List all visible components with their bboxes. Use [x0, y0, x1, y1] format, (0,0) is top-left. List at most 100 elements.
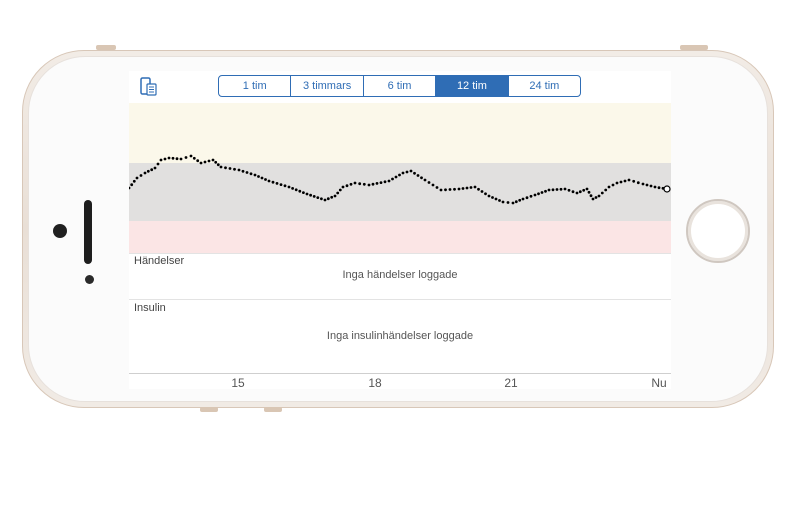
glucose-reading-dot — [529, 194, 533, 198]
glucose-reading-dot — [567, 188, 571, 192]
glucose-reading-dot — [362, 182, 366, 186]
glucose-reading-dot — [333, 194, 337, 198]
glucose-reading-dot — [159, 158, 163, 162]
glucose-reading-dot — [233, 167, 236, 171]
low-zone — [129, 221, 671, 253]
glucose-reading-dot — [585, 187, 589, 191]
glucose-reading-dot — [391, 177, 394, 181]
range-option[interactable]: 24 tim — [509, 76, 580, 96]
range-option-selected[interactable]: 12 tim — [436, 76, 509, 96]
glucose-reading-dot — [156, 162, 160, 166]
glucose-reading-dot — [153, 166, 157, 170]
glucose-reading-dot — [253, 173, 257, 177]
glucose-reading-dot — [409, 169, 413, 173]
range-option[interactable]: 1 tim — [219, 76, 292, 96]
glucose-reading-dot — [163, 157, 167, 161]
glucose-reading-dot — [260, 176, 264, 180]
glucose-reading-dot — [401, 171, 405, 175]
range-option[interactable]: 6 tim — [364, 76, 437, 96]
glucose-reading-dot — [563, 187, 567, 191]
axis-tick: 18 — [368, 376, 382, 389]
home-button[interactable] — [686, 199, 750, 263]
phone-device-icon[interactable] — [139, 77, 159, 97]
glucose-reading-dot — [275, 182, 279, 185]
time-axis: 15 18 21 Nu — [129, 373, 671, 389]
glucose-reading-dot — [199, 161, 203, 165]
glucose-reading-dot — [506, 201, 510, 204]
glucose-reading-dot — [219, 165, 223, 169]
glucose-reading-dot — [326, 197, 330, 201]
glucose-reading-dot — [636, 181, 640, 185]
proximity-sensor — [85, 275, 94, 284]
glucose-reading-dot — [501, 200, 505, 204]
glucose-reading-dot — [207, 159, 211, 163]
side-button-1 — [200, 407, 218, 412]
glucose-reading-dot — [367, 183, 371, 187]
power-button — [680, 45, 708, 50]
latest-reading-marker — [663, 185, 671, 193]
insulin-empty-message: Inga insulinhändelser loggade — [326, 330, 474, 342]
glucose-reading-dot — [591, 197, 595, 201]
glucose-reading-dot — [604, 188, 608, 192]
glucose-reading-dot — [480, 190, 484, 193]
glucose-reading-dot — [571, 190, 575, 194]
glucose-reading-dot — [435, 186, 439, 189]
glucose-reading-dot — [294, 188, 298, 192]
glucose-reading-dot — [627, 178, 631, 182]
glucose-reading-dot — [241, 169, 245, 173]
glucose-reading-dot — [597, 194, 601, 198]
glucose-reading-dot — [228, 167, 232, 170]
glucose-graph — [129, 103, 671, 253]
glucose-reading-dot — [267, 179, 271, 183]
glucose-reading-dot — [320, 197, 323, 201]
time-range-selector: 1 tim 3 timmars 6 tim 12 tim 24 tim — [218, 75, 581, 97]
glucose-reading-dot — [547, 188, 551, 192]
glucose-reading-dot — [431, 183, 435, 187]
axis-tick: Nu — [651, 376, 667, 389]
glucose-reading-dot — [189, 154, 193, 158]
glucose-reading-dot — [143, 171, 147, 175]
axis-tick: 15 — [231, 376, 245, 389]
glucose-reading-dot — [312, 195, 316, 198]
divider — [129, 299, 671, 300]
glucose-reading-dot — [427, 181, 431, 184]
glucose-reading-dot — [641, 182, 645, 186]
glucose-reading-dot — [349, 182, 353, 186]
glucose-reading-dot — [623, 179, 627, 183]
glucose-reading-dot — [518, 198, 522, 202]
glucose-reading-dot — [498, 199, 501, 202]
glucose-reading-dot — [575, 191, 579, 195]
glucose-reading-dot — [551, 188, 555, 192]
glucose-reading-dot — [540, 191, 544, 194]
glucose-reading-dot — [511, 201, 515, 205]
toolbar: 1 tim 3 timmars 6 tim 12 tim 24 tim — [129, 71, 671, 103]
glucose-reading-dot — [214, 160, 218, 164]
glucose-reading-dot — [330, 195, 334, 199]
volume-button — [96, 45, 116, 50]
divider — [129, 253, 671, 254]
glucose-reading-dot — [537, 192, 540, 196]
range-option[interactable]: 3 timmars — [291, 76, 364, 96]
glucose-reading-dot — [555, 188, 559, 191]
glucose-reading-dot — [525, 196, 529, 200]
glucose-reading-dot — [175, 157, 179, 161]
glucose-reading-dot — [632, 179, 636, 183]
glucose-reading-dot — [338, 188, 342, 192]
glucose-reading-dot — [179, 157, 183, 161]
glucose-reading-dot — [394, 175, 398, 179]
front-camera — [53, 224, 67, 238]
glucose-reading-dot — [405, 170, 409, 174]
glucose-reading-dot — [302, 191, 305, 194]
glucose-reading-dot — [494, 197, 498, 201]
glucose-reading-dot — [477, 187, 480, 191]
glucose-reading-dot — [473, 185, 477, 189]
side-button-2 — [264, 407, 282, 412]
glucose-reading-dot — [491, 196, 494, 199]
glucose-reading-dot — [461, 187, 465, 190]
events-empty-message: Inga händelser loggade — [342, 269, 458, 281]
glucose-reading-dot — [448, 188, 452, 191]
glucose-reading-dot — [444, 188, 447, 192]
glucose-reading-dot — [216, 163, 220, 167]
high-zone — [129, 103, 671, 163]
glucose-reading-dot — [453, 187, 456, 191]
